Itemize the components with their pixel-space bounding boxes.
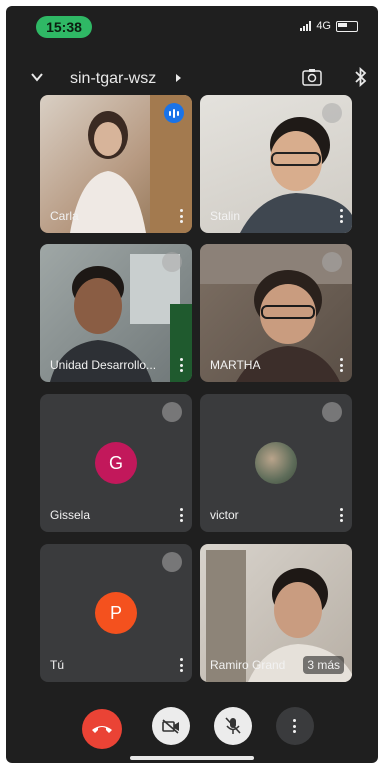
participant-name: Ramiro Grand bbox=[210, 658, 286, 672]
meeting-header: sin-tgar-wsz bbox=[6, 64, 378, 94]
participant-tile[interactable]: victor bbox=[200, 394, 352, 532]
more-options-icon[interactable] bbox=[180, 658, 184, 672]
switch-camera-icon[interactable] bbox=[302, 68, 322, 86]
participant-name: Gissela bbox=[50, 508, 91, 522]
caret-right-icon[interactable] bbox=[176, 74, 181, 82]
mic-off-icon bbox=[322, 252, 342, 272]
end-call-button[interactable] bbox=[82, 709, 122, 749]
signal-icon bbox=[300, 21, 312, 31]
home-indicator[interactable] bbox=[130, 756, 254, 760]
avatar: P bbox=[95, 592, 137, 634]
more-options-icon[interactable] bbox=[340, 358, 344, 372]
participant-name: Carla bbox=[50, 209, 79, 223]
participant-name: MARTHA bbox=[210, 358, 261, 372]
participant-tile[interactable]: G Gissela bbox=[40, 394, 192, 532]
camera-toggle-button[interactable] bbox=[152, 707, 190, 745]
speaking-indicator-icon bbox=[164, 103, 184, 123]
more-options-icon[interactable] bbox=[340, 508, 344, 522]
more-participants-badge[interactable]: 3 más bbox=[303, 656, 344, 674]
mic-off-icon bbox=[162, 252, 182, 272]
participant-tile[interactable]: P Tú bbox=[40, 544, 192, 682]
avatar bbox=[255, 442, 297, 484]
mic-off-icon bbox=[162, 552, 182, 572]
more-options-icon[interactable] bbox=[180, 209, 184, 223]
participant-name: Tú bbox=[50, 658, 65, 672]
network-type: 4G bbox=[316, 20, 331, 32]
status-indicators: 4G bbox=[300, 20, 358, 32]
phone-screen: 15:38 4G sin-tgar-wsz Carla Stalin Unida… bbox=[6, 6, 378, 763]
participant-tile[interactable]: Stalin bbox=[200, 95, 352, 233]
more-options-button[interactable] bbox=[276, 707, 314, 745]
status-clock: 15:38 bbox=[36, 16, 92, 38]
participant-tile[interactable]: Ramiro Grand 3 más bbox=[200, 544, 352, 682]
mic-off-icon bbox=[162, 402, 182, 422]
phone-hangup-icon bbox=[92, 726, 112, 733]
more-options-icon[interactable] bbox=[180, 508, 184, 522]
participant-tile[interactable]: Carla bbox=[40, 95, 192, 233]
more-options-icon[interactable] bbox=[180, 358, 184, 372]
mic-off-icon bbox=[225, 717, 241, 734]
participant-name: victor bbox=[210, 508, 239, 522]
mic-off-icon bbox=[322, 402, 342, 422]
participant-name: Stalin bbox=[210, 209, 241, 223]
mic-toggle-button[interactable] bbox=[214, 707, 252, 745]
battery-icon bbox=[336, 20, 358, 32]
mic-off-icon bbox=[322, 103, 342, 123]
more-vert-icon bbox=[293, 719, 297, 733]
participant-name: Unidad Desarrollo... bbox=[50, 358, 157, 372]
more-options-icon[interactable] bbox=[340, 209, 344, 223]
avatar: G bbox=[95, 442, 137, 484]
camera-off-icon bbox=[162, 719, 179, 734]
participant-tile[interactable]: MARTHA bbox=[200, 244, 352, 382]
bluetooth-icon[interactable] bbox=[354, 67, 368, 87]
meeting-name[interactable]: sin-tgar-wsz bbox=[70, 70, 156, 88]
participant-tile[interactable]: Unidad Desarrollo... bbox=[40, 244, 192, 382]
chevron-down-icon[interactable] bbox=[30, 70, 44, 84]
